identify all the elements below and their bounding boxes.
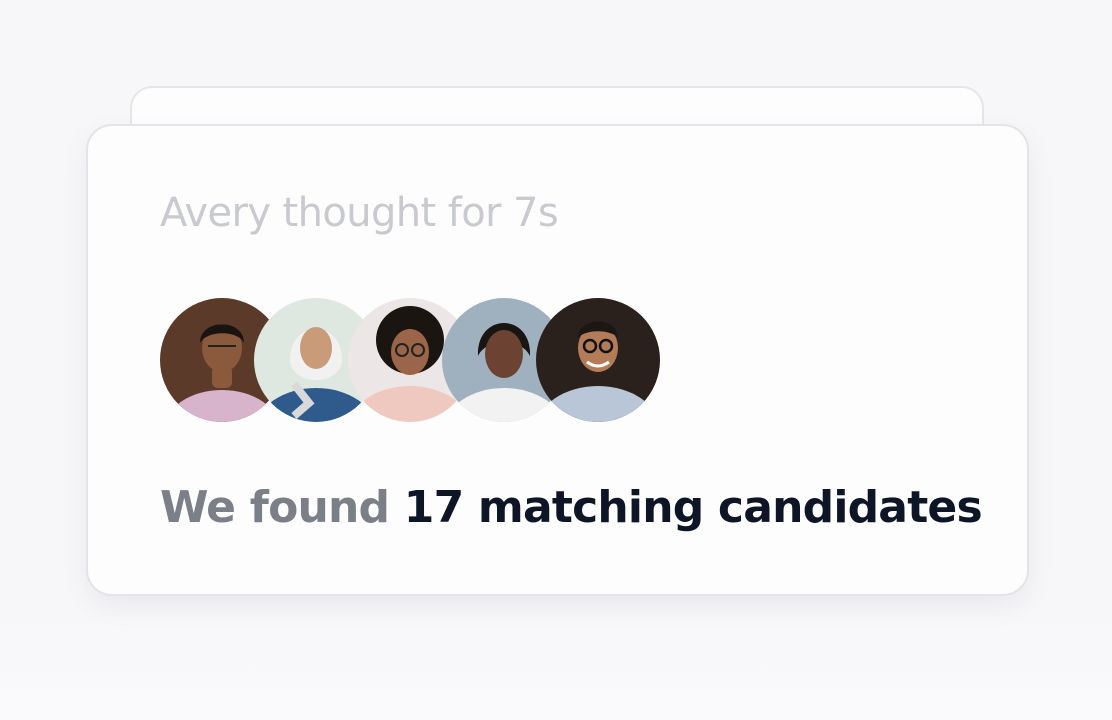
person-photo-icon [536, 298, 660, 422]
candidate-search-card: Avery thought for 7s We found 17 matchin… [86, 124, 1029, 596]
search-result-summary: We found 17 matching candidates [160, 482, 983, 533]
result-prefix: We found [160, 482, 390, 533]
thinking-status: Avery thought for 7s [160, 190, 559, 236]
bottom-fade [0, 610, 1112, 720]
matching-candidates-count: 17 matching candidates [403, 482, 983, 533]
candidate-avatar-group[interactable] [160, 298, 680, 422]
candidate-avatar-5[interactable] [536, 298, 660, 422]
